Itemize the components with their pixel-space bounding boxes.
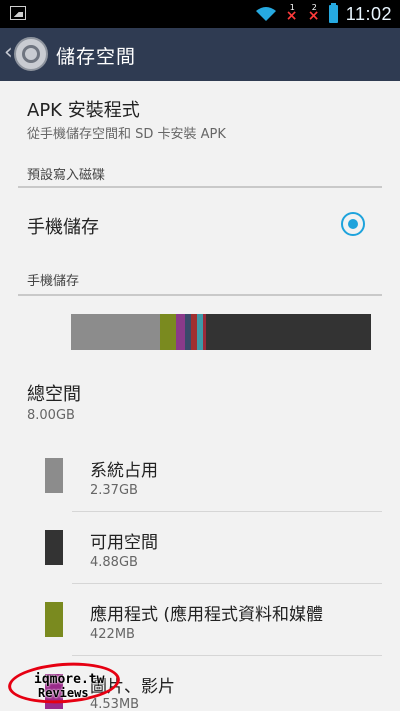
category-title: 系統占用 (90, 461, 158, 481)
battery-icon (328, 3, 338, 23)
status-time: 11:02 (345, 3, 392, 24)
page-title: 儲存空間 (56, 46, 137, 68)
phone-storage-radio[interactable] (341, 212, 365, 236)
watermark-line1: iqmore.tw (34, 672, 105, 687)
category-size: 422MB (90, 627, 135, 642)
category-swatch (45, 458, 63, 493)
category-swatch (45, 530, 63, 565)
list-item-available[interactable]: 可用空間 4.88GB (0, 512, 400, 584)
apk-installer-title: APK 安裝程式 (27, 100, 140, 121)
usage-segment-apps (159, 314, 176, 350)
app-bar: ‹ 儲存空間 (0, 28, 400, 81)
sim1-no-signal-icon: 1 × (285, 3, 298, 24)
total-space-title: 總空間 (27, 384, 81, 405)
default-write-disk-header: 預設寫入磁碟 (27, 168, 106, 183)
usage-segment-system (71, 314, 160, 350)
sim2-no-signal-icon: 2 × (307, 3, 320, 24)
usage-segment-downloads (190, 314, 198, 350)
usage-segment-pictures (175, 314, 185, 350)
watermark-logo: iqmore.tw Reviews (6, 659, 123, 707)
category-swatch (45, 602, 63, 637)
category-title: 應用程式 (應用程式資料和媒體 (90, 605, 324, 625)
back-chevron-icon[interactable]: ‹ (4, 42, 13, 64)
total-space-value: 8.00GB (27, 408, 75, 423)
status-icons: 1 × 2 × 11:02 (255, 3, 392, 24)
wifi-icon (255, 7, 276, 21)
category-size: 4.88GB (90, 555, 138, 570)
usage-segment-free (205, 314, 371, 350)
list-item-apps[interactable]: 應用程式 (應用程式資料和媒體 422MB (0, 584, 400, 656)
apk-installer-subtitle: 從手機儲存空間和 SD 卡安裝 APK (27, 127, 226, 142)
watermark-line2: Reviews (38, 686, 89, 700)
image-icon (10, 6, 26, 20)
category-title: 可用空間 (90, 533, 158, 553)
list-item-system[interactable]: 系統占用 2.37GB (0, 440, 400, 512)
section-divider (18, 186, 382, 188)
settings-app-icon[interactable] (14, 37, 48, 71)
storage-usage-bar (71, 314, 371, 350)
phone-storage-option-label: 手機儲存 (27, 217, 99, 238)
status-bar: 1 × 2 × 11:02 (0, 0, 400, 28)
section-divider (18, 294, 382, 296)
category-size: 2.37GB (90, 483, 138, 498)
phone-storage-header: 手機儲存 (27, 274, 80, 289)
